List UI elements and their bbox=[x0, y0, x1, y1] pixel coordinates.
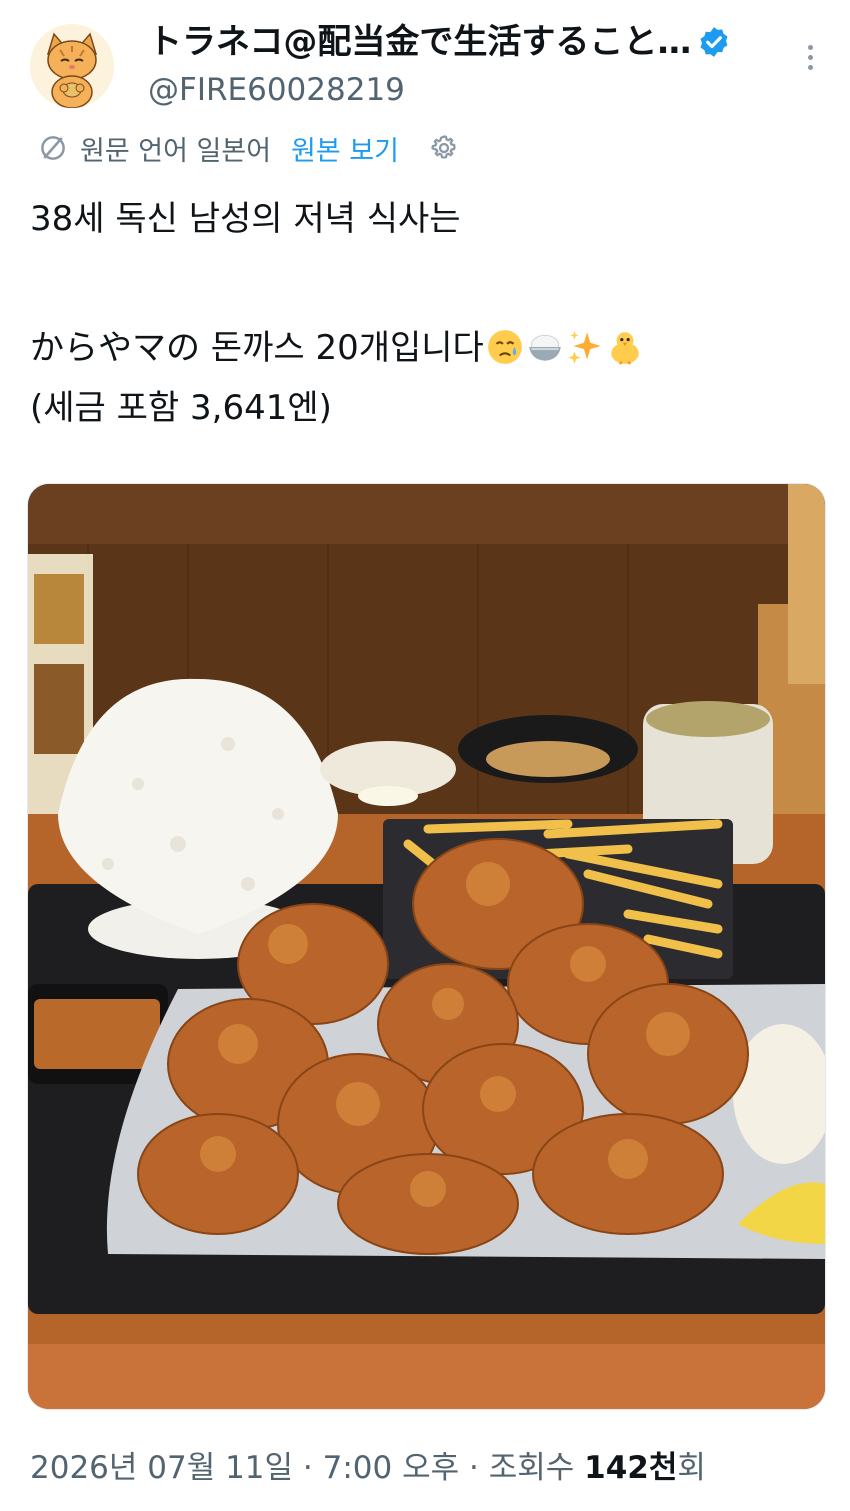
tweet-meta: 2026년 07월 11일 · 7:00 오후 · 조회수 142천회 bbox=[30, 1442, 706, 1487]
more-options-icon[interactable] bbox=[800, 40, 820, 76]
rice-bowl-emoji bbox=[529, 334, 561, 361]
views-count: 142천 bbox=[584, 1450, 678, 1486]
display-name-text[interactable]: トラネコ@配当金で生活すること… bbox=[148, 20, 691, 64]
views-label: 조회수 bbox=[488, 1450, 575, 1486]
view-original-link[interactable]: 원본 보기 bbox=[291, 129, 399, 168]
author-names[interactable]: トラネコ@配当金で生活すること… @FIRE60028219 bbox=[148, 20, 768, 112]
original-language-label: 원문 언어 일본어 bbox=[80, 135, 272, 167]
author-handle[interactable]: @FIRE60028219 bbox=[148, 68, 768, 112]
display-name[interactable]: トラネコ@配当金で生活すること… bbox=[148, 20, 768, 64]
tweet-line-1: 38세 독신 남성의 저녁 식사는 bbox=[30, 199, 461, 239]
tweet-line-3: (세금 포함 3,641엔) bbox=[30, 388, 332, 428]
translation-bar: 원문 언어 일본어 원본 보기 bbox=[38, 128, 459, 168]
separator: · bbox=[469, 1450, 479, 1486]
tweet-date[interactable]: 2026년 07월 11일 bbox=[30, 1450, 293, 1486]
tweet-time[interactable]: 7:00 오후 bbox=[323, 1450, 460, 1486]
chick-emoji bbox=[611, 332, 639, 365]
crying-face-emoji bbox=[487, 330, 522, 364]
separator: · bbox=[302, 1450, 313, 1486]
cat-avatar-icon[interactable] bbox=[30, 24, 114, 108]
sparkles-emoji bbox=[567, 331, 601, 364]
verified-badge-icon bbox=[700, 27, 728, 57]
tweet-header: トラネコ@配当金で生活すること… @FIRE60028219 bbox=[0, 0, 850, 120]
fried-chicken-meal-photo[interactable] bbox=[27, 483, 826, 1410]
translate-icon bbox=[41, 136, 65, 160]
tweet-line-2-text: からやマの 돈까스 20개입니다 bbox=[30, 328, 484, 368]
tweet-line-2: からやマの 돈까스 20개입니다 bbox=[30, 324, 644, 372]
views-suffix: 회 bbox=[677, 1450, 706, 1486]
gear-icon[interactable] bbox=[429, 133, 459, 163]
